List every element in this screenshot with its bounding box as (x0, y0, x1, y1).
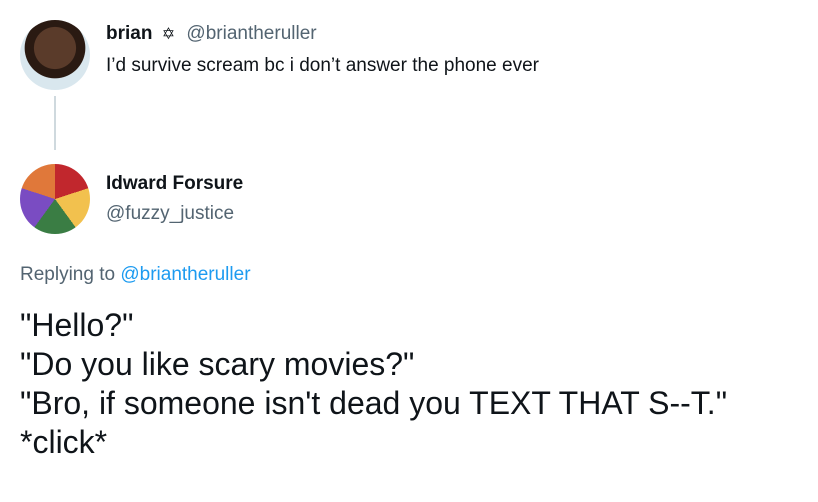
mention-link[interactable]: @briantheruller (120, 264, 250, 285)
author-handle[interactable]: @fuzzy_justice (106, 203, 234, 225)
author-handle[interactable]: @briantheruller (186, 23, 316, 44)
avatar[interactable] (20, 20, 90, 90)
author-name[interactable]: brian (106, 23, 152, 44)
tweet-text: "Hello?" "Do you like scary movies?" "Br… (20, 306, 727, 462)
tweet-text: I’d survive scream bc i don’t answer the… (106, 55, 539, 76)
replying-to: Replying to @briantheruller (20, 264, 251, 286)
thread-connector-line (54, 96, 56, 150)
tweet-line: *click* (20, 424, 108, 460)
tweet-line: "Hello?" (20, 307, 134, 343)
badge-icon: ✡ (161, 26, 176, 43)
tweet-line: "Bro, if someone isn't dead you TEXT THA… (20, 385, 728, 421)
author-name[interactable]: Idward Forsure (106, 173, 243, 195)
tweet-header: brian ✡ @briantheruller (106, 23, 317, 45)
replying-label: Replying to (20, 264, 116, 285)
tweet-line: "Do you like scary movies?" (20, 346, 415, 382)
avatar[interactable] (20, 164, 90, 234)
